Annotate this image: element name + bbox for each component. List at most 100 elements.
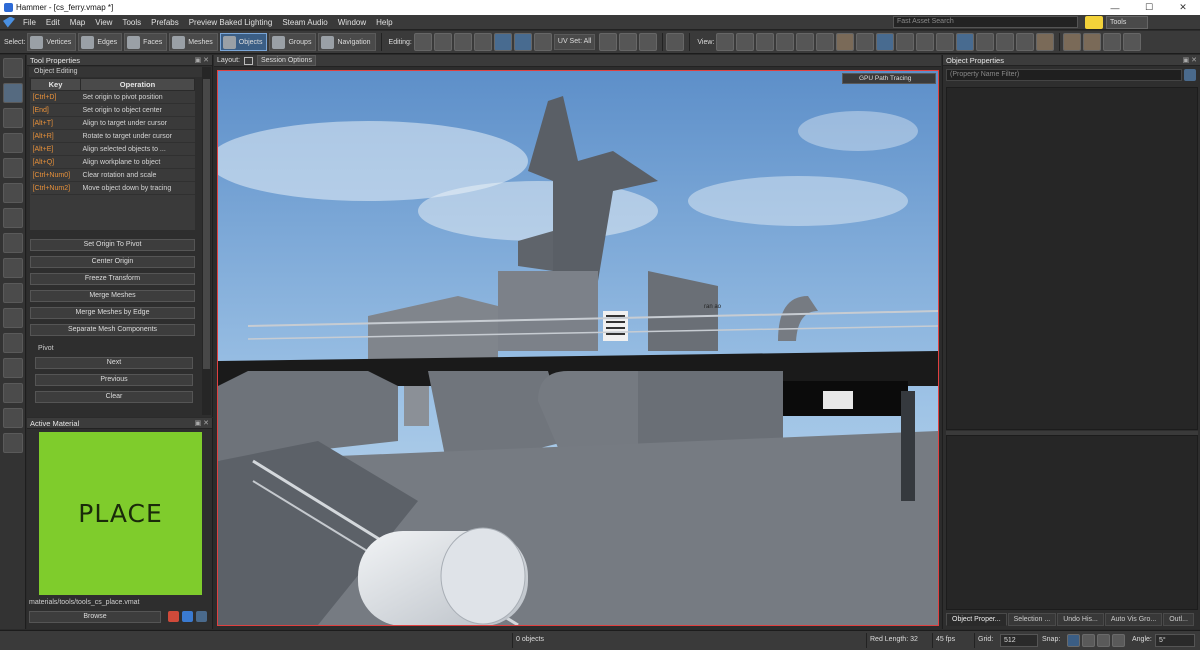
select-faces-button[interactable]: Faces bbox=[124, 33, 168, 51]
scale-tool-icon[interactable] bbox=[3, 133, 23, 153]
center-origin-button[interactable]: Center Origin bbox=[30, 256, 195, 268]
pivot-tool-icon[interactable] bbox=[413, 33, 432, 51]
rotate-tool-icon[interactable] bbox=[3, 108, 23, 128]
pivot-clear-button[interactable]: Clear bbox=[35, 391, 193, 403]
merge-meshes-button[interactable]: Merge Meshes bbox=[30, 290, 195, 302]
table-row[interactable]: [Alt+T] Align to target under cursor bbox=[30, 116, 195, 130]
gamepad-icon[interactable] bbox=[666, 33, 685, 51]
renderer-dropdown[interactable]: GPU Path Tracing bbox=[842, 73, 936, 84]
view-toggle-20-icon[interactable] bbox=[1103, 33, 1122, 51]
view-toggle-2-icon[interactable] bbox=[736, 33, 755, 51]
texture-tool-icon[interactable] bbox=[3, 383, 23, 403]
menu-window[interactable]: Window bbox=[333, 18, 371, 27]
select-meshes-button[interactable]: Meshes bbox=[169, 33, 218, 51]
menu-view[interactable]: View bbox=[90, 18, 117, 27]
snap-vertex-icon[interactable] bbox=[1082, 634, 1095, 647]
menu-prefabs[interactable]: Prefabs bbox=[146, 18, 184, 27]
table-row[interactable]: [Ctrl+Num0] Clear rotation and scale bbox=[30, 168, 195, 182]
tab-outliner[interactable]: Outl... bbox=[1163, 613, 1194, 626]
panel-float-close-icon[interactable]: ▣ ✕ bbox=[1183, 55, 1197, 66]
entity-tool-icon[interactable] bbox=[3, 308, 23, 328]
bounds-icon[interactable] bbox=[473, 33, 492, 51]
pivot-tool-icon[interactable] bbox=[3, 158, 23, 178]
path-tool-icon[interactable] bbox=[3, 233, 23, 253]
browse-button[interactable]: Browse bbox=[29, 611, 161, 623]
view-toggle-19-icon[interactable] bbox=[1083, 33, 1102, 51]
select-navigation-button[interactable]: Navigation bbox=[318, 33, 376, 51]
minimize-button[interactable]: — bbox=[1098, 0, 1132, 15]
close-button[interactable]: ✕ bbox=[1166, 0, 1200, 15]
polygon-tool-icon[interactable] bbox=[3, 258, 23, 278]
grid-snap-icon[interactable] bbox=[533, 33, 552, 51]
menu-map[interactable]: Map bbox=[65, 18, 91, 27]
prefab-icon[interactable] bbox=[619, 33, 638, 51]
view-toggle-4-icon[interactable] bbox=[776, 33, 795, 51]
foliage-tool-icon[interactable] bbox=[3, 433, 23, 453]
menu-edit[interactable]: Edit bbox=[41, 18, 65, 27]
material-tool-icon[interactable] bbox=[3, 333, 23, 353]
angle-dropdown[interactable]: 5° bbox=[1155, 634, 1195, 647]
table-row[interactable]: [End] Set origin to object center bbox=[30, 103, 195, 117]
magnet-icon[interactable] bbox=[1085, 16, 1103, 29]
view-toggle-8-icon[interactable] bbox=[856, 33, 875, 51]
block-tool-icon[interactable] bbox=[3, 208, 23, 228]
menu-file[interactable]: File bbox=[18, 18, 41, 27]
3d-viewport[interactable]: ran ao GPU Path Tracing bbox=[217, 70, 939, 626]
menu-preview-baked-lighting[interactable]: Preview Baked Lighting bbox=[184, 18, 278, 27]
session-options-dropdown[interactable]: Session Options bbox=[256, 55, 316, 66]
table-row[interactable]: [Alt+R] Rotate to target under cursor bbox=[30, 129, 195, 143]
snap-angle-icon[interactable] bbox=[1112, 634, 1125, 647]
view-toggle-18-icon[interactable] bbox=[1063, 33, 1082, 51]
tab-object-properties[interactable]: Object Proper... bbox=[946, 613, 1007, 626]
select-arrow-icon[interactable] bbox=[3, 58, 23, 78]
material-browser-icon[interactable] bbox=[182, 611, 193, 622]
tools-dropdown[interactable]: Tools bbox=[1106, 16, 1148, 29]
snap-grid-icon[interactable] bbox=[1067, 634, 1080, 647]
local-space-icon[interactable] bbox=[433, 33, 452, 51]
view-toggle-16-icon[interactable] bbox=[1016, 33, 1035, 51]
view-toggle-9-icon[interactable] bbox=[876, 33, 895, 51]
view-toggle-12-icon[interactable] bbox=[936, 33, 955, 51]
select-through-icon[interactable] bbox=[493, 33, 512, 51]
view-toggle-17-icon[interactable] bbox=[1036, 33, 1055, 51]
view-toggle-7-icon[interactable] bbox=[836, 33, 855, 51]
grid-size-dropdown[interactable]: 512 bbox=[1000, 634, 1038, 647]
select-edges-button[interactable]: Edges bbox=[78, 33, 123, 51]
separate-mesh-components-button[interactable]: Separate Mesh Components bbox=[30, 324, 195, 336]
tab-selection[interactable]: Selection ... bbox=[1007, 613, 1057, 626]
light-bulb-icon[interactable] bbox=[3, 183, 23, 203]
menu-tools[interactable]: Tools bbox=[117, 18, 146, 27]
view-toggle-6-icon[interactable] bbox=[816, 33, 835, 51]
snap-align-icon[interactable] bbox=[453, 33, 472, 51]
layout-icon[interactable] bbox=[243, 56, 253, 65]
tab-auto-vis-groups[interactable]: Auto Vis Gro... bbox=[1104, 613, 1163, 626]
clip-tool-icon[interactable] bbox=[3, 283, 23, 303]
table-row[interactable]: [Alt+Q] Align workplane to object bbox=[30, 155, 195, 169]
table-row[interactable]: [Alt+E] Align selected objects to ... bbox=[30, 142, 195, 156]
select-vertices-button[interactable]: Vertices bbox=[27, 33, 77, 51]
move-tool-icon[interactable] bbox=[3, 83, 23, 103]
property-name-filter-input[interactable]: (Property Name Filter) bbox=[946, 69, 1182, 81]
paint-tool-icon[interactable] bbox=[3, 358, 23, 378]
select-groups-button[interactable]: Groups bbox=[269, 33, 317, 51]
view-toggle-21-icon[interactable] bbox=[1123, 33, 1142, 51]
set-origin-to-pivot-button[interactable]: Set Origin To Pivot bbox=[30, 239, 195, 251]
merge-meshes-by-edge-button[interactable]: Merge Meshes by Edge bbox=[30, 307, 195, 319]
material-pick-icon[interactable] bbox=[168, 611, 179, 622]
view-toggle-10-icon[interactable] bbox=[896, 33, 915, 51]
tab-undo-history[interactable]: Undo His... bbox=[1057, 613, 1104, 626]
panel-float-close-icon[interactable]: ▣ ✕ bbox=[195, 55, 209, 66]
select-objects-button[interactable]: Objects bbox=[219, 33, 268, 51]
panel-float-close-icon[interactable]: ▣ ✕ bbox=[195, 418, 209, 429]
view-toggle-13-icon[interactable] bbox=[956, 33, 975, 51]
umbrella-icon[interactable] bbox=[639, 33, 658, 51]
view-toggle-15-icon[interactable] bbox=[996, 33, 1015, 51]
view-toggle-14-icon[interactable] bbox=[976, 33, 995, 51]
snap-edge-icon[interactable] bbox=[1097, 634, 1110, 647]
scrollbar-thumb[interactable] bbox=[203, 79, 210, 369]
view-toggle-1-icon[interactable] bbox=[716, 33, 735, 51]
freeze-transform-button[interactable]: Freeze Transform bbox=[30, 273, 195, 285]
pivot-previous-button[interactable]: Previous bbox=[35, 374, 193, 386]
model-tool-icon[interactable] bbox=[3, 408, 23, 428]
view-toggle-11-icon[interactable] bbox=[916, 33, 935, 51]
